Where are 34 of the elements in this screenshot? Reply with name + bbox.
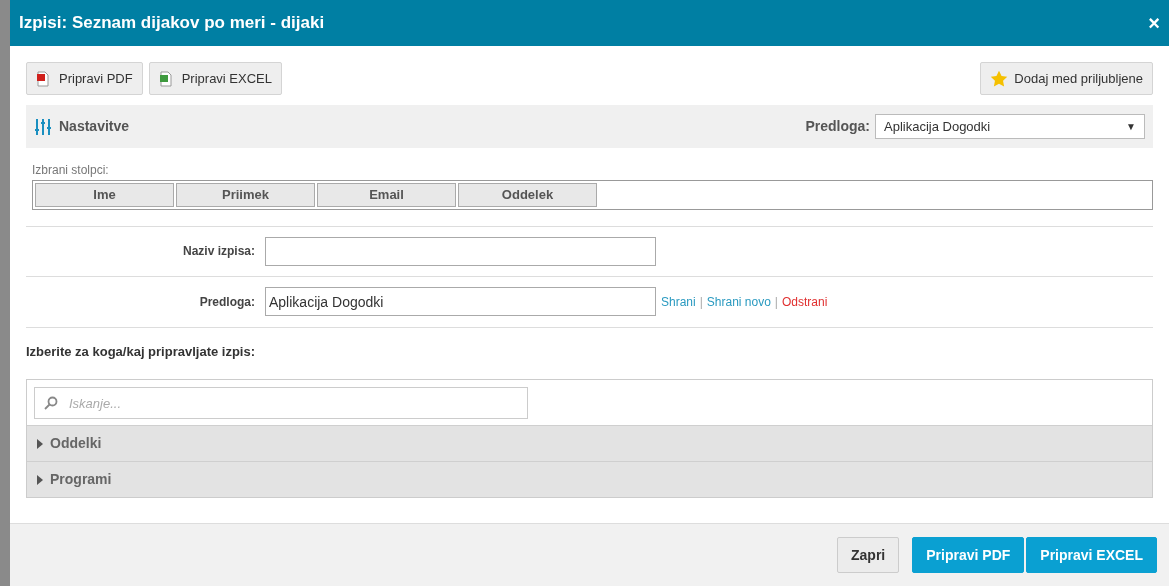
action-link[interactable]: Odstrani [782,292,828,311]
field-label: Naziv izpisa: [181,243,255,260]
sliders-icon [34,117,52,136]
link-separator: | [774,293,778,311]
footer-button[interactable]: Zapri [837,537,900,573]
columns-label: Izbrani stolpci: [32,163,109,177]
pdf-file-icon [36,70,50,87]
favorite-button[interactable]: Dodaj med priljubljene [980,62,1153,95]
report-name-field[interactable] [265,236,656,266]
export-button[interactable]: Pripravi EXCEL [148,62,282,95]
action-link[interactable]: Shrani [661,292,696,311]
section-title: Izberite za koga/kaj pripravljate izpis: [26,343,256,359]
column-chip[interactable]: Oddelek [458,182,597,207]
column-chip[interactable]: Ime [35,182,174,207]
field-label: Predloga: [198,293,255,311]
link-separator: | [699,293,703,311]
spreadsheet-file-icon [158,70,173,87]
export-button[interactable]: Pripravi PDF [26,62,143,95]
template-label: Predloga: [805,117,870,136]
template-name-field[interactable]: Aplikacija Dogodki [265,287,656,316]
action-link[interactable]: Shrani novo [706,292,771,311]
settings-title: Nastavitve [59,117,130,136]
caret-icon [36,438,44,449]
search-field[interactable]: Iskanje... [34,387,528,419]
star-icon [990,69,1009,88]
column-chip[interactable]: Priimek [176,182,315,207]
column-chip[interactable]: Email [317,182,456,207]
tree-item[interactable]: Oddelki [27,425,1152,461]
window-title: Izpisi: Seznam dijakov po meri - dijaki [19,12,325,35]
caret-icon [36,474,44,485]
template-dropdown[interactable]: Aplikacija Dogodki ▼ [875,114,1145,139]
tree-item[interactable]: Programi [27,461,1152,497]
search-icon [44,396,58,410]
close-button[interactable]: × [1148,13,1160,33]
